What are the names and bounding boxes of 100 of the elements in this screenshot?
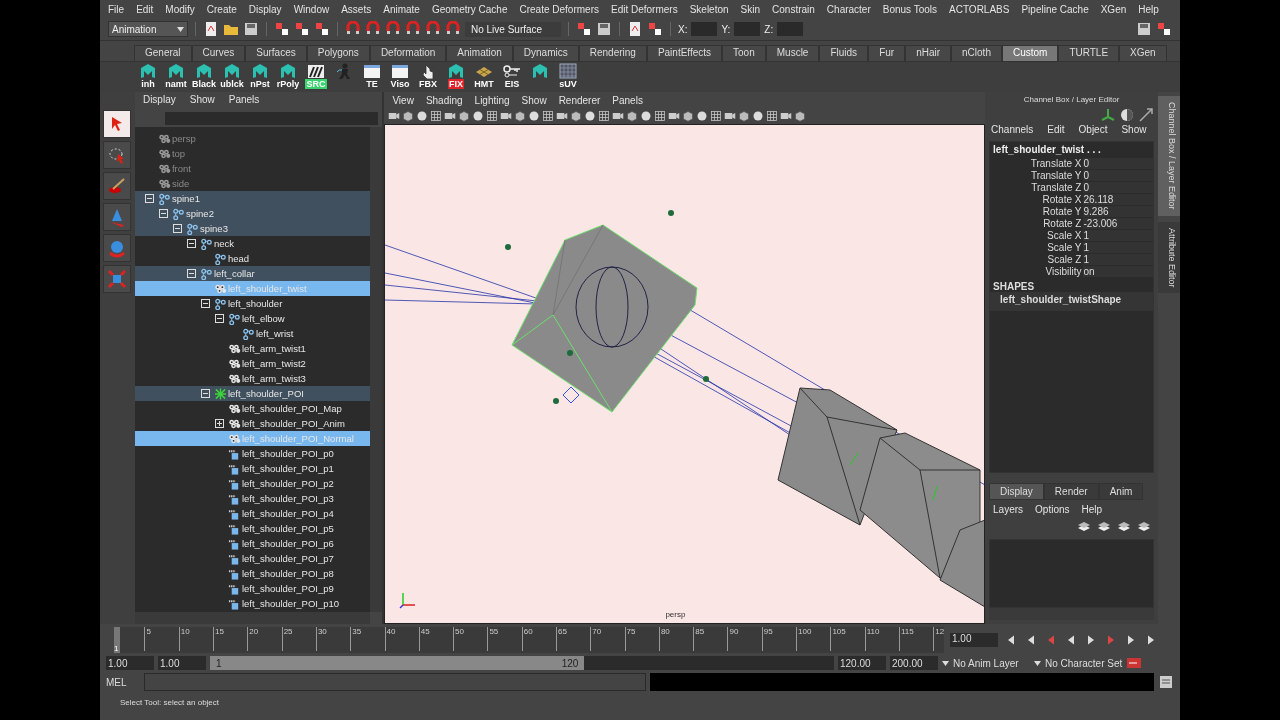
menu-item[interactable]: Edit	[136, 3, 154, 15]
outliner-item[interactable]: head	[134, 251, 371, 266]
grid-icon[interactable]	[654, 110, 667, 122]
magnet-icon[interactable]	[365, 21, 381, 37]
cube-icon[interactable]	[402, 110, 415, 122]
menu-item[interactable]: Bonus Tools	[882, 3, 938, 15]
menu-item[interactable]: Panels	[228, 94, 260, 108]
channel-value[interactable]: 26.118	[1083, 193, 1154, 205]
outliner-item[interactable]: left_arm_twist2	[134, 356, 371, 371]
shelf-tab[interactable]: Rendering	[578, 45, 647, 61]
menu-item[interactable]: Shading	[425, 94, 463, 106]
menu-item[interactable]: View	[392, 94, 414, 106]
menu-item[interactable]: ACTORLABS	[949, 3, 1010, 15]
shelf-tab[interactable]: PaintEffects	[646, 45, 723, 61]
menu-item[interactable]: Show	[521, 94, 547, 106]
script-editor-icon[interactable]	[1158, 674, 1174, 690]
outliner-item[interactable]: left_shoulder_POI_p4	[134, 506, 371, 521]
circle-icon[interactable]	[1119, 107, 1136, 123]
menu-item[interactable]: Panels	[612, 94, 643, 106]
sphere-icon[interactable]	[584, 110, 597, 122]
cube-icon[interactable]	[738, 110, 751, 122]
shelf-tab[interactable]: TURTLE	[1058, 45, 1120, 61]
coordinate-field[interactable]	[734, 22, 761, 36]
outliner-item[interactable]: left_shoulder_POI_p6	[134, 536, 371, 551]
outliner-item[interactable]: left_shoulder	[134, 296, 371, 311]
outliner-item[interactable]: spine2	[134, 206, 371, 221]
start-field[interactable]: 1.00	[158, 656, 206, 670]
shelf-tab[interactable]: Surfaces	[245, 45, 307, 61]
outliner-item[interactable]: left_wrist	[134, 326, 371, 341]
key-icon[interactable]	[1126, 655, 1142, 671]
file-icon[interactable]	[203, 21, 219, 37]
menu-item[interactable]: Pipeline Cache	[1021, 3, 1089, 15]
menu-item[interactable]: Edit Deformers	[610, 3, 678, 15]
outliner-item[interactable]: front	[134, 161, 371, 176]
sphere-icon[interactable]	[472, 110, 485, 122]
sphere-icon[interactable]	[752, 110, 765, 122]
menu-item[interactable]: Animate	[383, 3, 420, 15]
range-slider[interactable]: 1 120	[210, 656, 585, 670]
shelf-tab[interactable]: Custom	[1001, 45, 1059, 61]
channel-value[interactable]: 0	[1083, 157, 1154, 169]
menu-item[interactable]: Object	[1078, 124, 1108, 138]
layer-tab[interactable]: Render	[1043, 483, 1099, 500]
channel-value[interactable]: 1	[1083, 253, 1154, 265]
outliner-item[interactable]: left_shoulder_POI_p8	[134, 566, 371, 581]
outliner-item[interactable]: left_shoulder_POI_p5	[134, 521, 371, 536]
shelf-tab[interactable]: General	[134, 45, 192, 61]
shelf-tab[interactable]: Toon	[722, 45, 766, 61]
cube-icon[interactable]	[570, 110, 583, 122]
sphere-icon[interactable]	[696, 110, 709, 122]
shelf-icon[interactable]	[306, 63, 326, 79]
cube-icon[interactable]	[794, 110, 807, 122]
grid-icon[interactable]	[486, 110, 499, 122]
menu-item[interactable]: Channels	[991, 124, 1034, 138]
cube-icon[interactable]	[626, 110, 639, 122]
outliner-item[interactable]: left_shoulder_POI_p1	[134, 461, 371, 476]
menu-item[interactable]: Display	[248, 3, 282, 15]
outliner-item[interactable]: left_arm_twist1	[134, 341, 371, 356]
channel-value[interactable]: 9.286	[1083, 205, 1154, 217]
magnet-icon[interactable]	[425, 21, 441, 37]
magnet-icon[interactable]	[405, 21, 421, 37]
outliner-item[interactable]: left_shoulder_POI_p3	[134, 491, 371, 506]
collapse-icon[interactable]	[200, 389, 210, 398]
outliner-item[interactable]: left_shoulder_POI_p10	[134, 596, 371, 611]
shelf-tab[interactable]: Fur	[868, 45, 906, 61]
cube-icon[interactable]	[514, 110, 527, 122]
menu-item[interactable]: Create	[206, 3, 237, 15]
grid-icon[interactable]	[430, 110, 443, 122]
grid-icon[interactable]	[710, 110, 723, 122]
collapse-icon[interactable]	[200, 299, 210, 308]
filter-field[interactable]	[164, 112, 379, 125]
menu-item[interactable]: Edit	[1047, 124, 1065, 138]
collapse-icon[interactable]	[144, 194, 154, 203]
menu-item[interactable]: XGen	[1100, 3, 1127, 15]
menu-item[interactable]: Show	[1121, 124, 1147, 138]
time-slider[interactable]: 1 5 10 15 20 25 30 35 40 45 50 55 60 65 70 75 80 85 90 95 100 105 110 115 12	[114, 627, 944, 653]
shelf-tab[interactable]: Deformation	[369, 45, 447, 61]
outliner-item[interactable]: left_shoulder_POI	[134, 386, 371, 401]
select-icon[interactable]	[314, 21, 330, 37]
expand-icon[interactable]	[214, 419, 224, 428]
scrollbar[interactable]	[134, 612, 371, 624]
menu-item[interactable]: Lighting	[474, 94, 510, 106]
menu-item[interactable]: Help	[1138, 3, 1159, 15]
cube-icon[interactable]	[682, 110, 695, 122]
character-set-dropdown[interactable]: No Character Set	[1034, 657, 1122, 669]
layer-tab[interactable]: Anim	[1098, 483, 1144, 500]
menu-item[interactable]: Create Deformers	[519, 3, 599, 15]
collapse-icon[interactable]	[214, 314, 224, 323]
menu-item[interactable]: Skin	[740, 3, 761, 15]
channel-value[interactable]: -23.006	[1083, 217, 1154, 229]
tool-button[interactable]	[103, 110, 132, 138]
shelf-tab[interactable]: Muscle	[765, 45, 820, 61]
shelf-icon[interactable]	[502, 63, 522, 79]
shelf-tab[interactable]: XGen	[1119, 45, 1167, 61]
menu-item[interactable]: Renderer	[558, 94, 601, 106]
select-icon[interactable]	[274, 21, 290, 37]
menu-item[interactable]: Character	[826, 3, 871, 15]
end-field[interactable]: 200.00	[890, 656, 938, 670]
file-icon[interactable]	[627, 21, 643, 37]
select-icon[interactable]	[294, 21, 310, 37]
shelf-icon[interactable]	[390, 63, 410, 79]
